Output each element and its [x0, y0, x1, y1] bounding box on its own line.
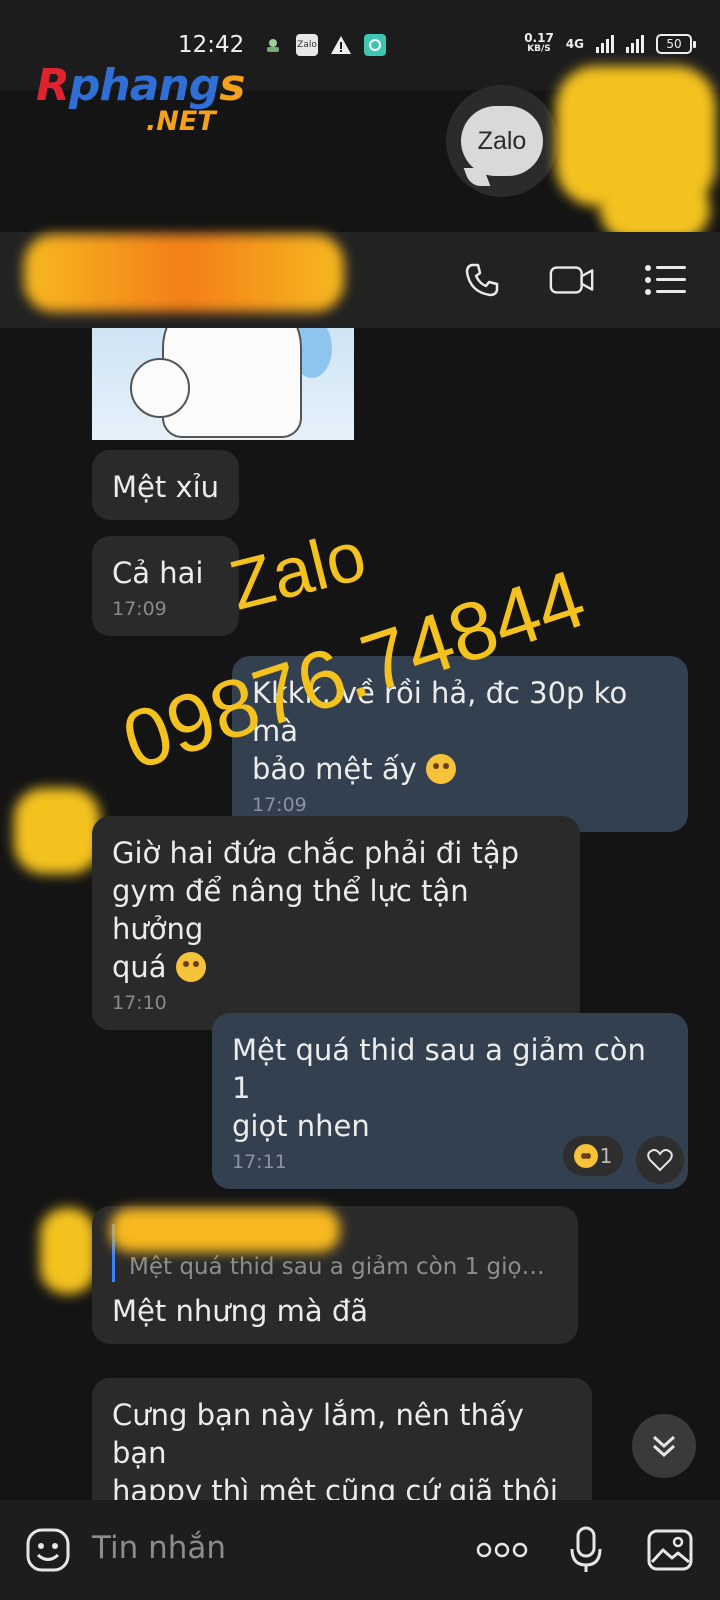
zalo-notification-icon: Zalo [296, 34, 318, 56]
scroll-to-bottom-button[interactable] [632, 1414, 696, 1478]
message-list[interactable]: Mệt xỉu Cả hai 17:09 Kkkk, về rồi hả, đc… [0, 328, 720, 1500]
reaction-count: 1 [599, 1144, 613, 1168]
message-text: quá [112, 950, 167, 984]
menu-icon [645, 265, 686, 295]
microphone-icon [570, 1526, 602, 1572]
video-call-icon [549, 266, 594, 294]
laughing-emoji-icon [425, 754, 456, 784]
privacy-blur-avatar [14, 788, 100, 874]
incognito-icon [262, 34, 284, 56]
sticker-image[interactable] [92, 328, 354, 440]
brand-watermark: Rphangs .NET [36, 60, 245, 137]
signal-icon-2 [626, 35, 644, 53]
system-indicators: 0.17 KB/S 4G 50 [524, 31, 696, 55]
message-text: Kkkk, về rồi hả, đc 30p ko mà [252, 676, 628, 748]
message-text: Mệt quá thid sau a giảm còn 1 [232, 1033, 646, 1105]
network-speed: 0.17 KB/S [524, 31, 554, 54]
double-chevron-down-icon [652, 1435, 676, 1458]
message-bubble[interactable]: Giờ hai đứa chắc phải đi tập gym để nâng… [92, 816, 580, 1030]
notification-icons: Zalo [262, 34, 386, 56]
chat-header [0, 232, 720, 328]
video-call-button[interactable] [548, 256, 596, 304]
message-text: Cưng bạn này lắm, nên thấy bạn [112, 1398, 524, 1470]
emoji-button[interactable] [22, 1524, 74, 1576]
reaction-summary[interactable]: 1 [563, 1136, 623, 1176]
warning-icon [330, 34, 352, 56]
message-time: 17:09 [112, 598, 167, 620]
message-text: bảo mệt ấy [252, 752, 417, 786]
battery-icon: 50 [656, 34, 696, 54]
brand-main-text: Rphangs [36, 60, 245, 111]
message-text: gym để nâng thể lực tận hưởng [112, 874, 469, 946]
contact-name-redacted [24, 234, 344, 312]
zalo-logo-badge: Zalo [446, 85, 558, 197]
smiling-emoji-icon [175, 952, 206, 982]
message-bubble[interactable]: Cả hai 17:09 [92, 536, 240, 636]
more-options-button[interactable] [476, 1524, 528, 1576]
phone-icon [465, 263, 499, 297]
status-time: 12:42 [178, 32, 245, 58]
signal-icon [596, 35, 614, 53]
reply-quoted-text: Mệt quá thid sau a giảm còn 1 giọt... [129, 1254, 549, 1280]
network-type: 4G [565, 37, 584, 51]
app-notification-icon [364, 34, 386, 56]
emoji-icon [26, 1528, 70, 1572]
reply-author-redacted [110, 1208, 340, 1252]
zalo-logo-text: Zalo [461, 106, 543, 176]
brand-net-text: .NET [146, 106, 216, 137]
message-text: happy thì mệt cũng cứ giã thôi [112, 1474, 558, 1500]
phone-call-button[interactable] [458, 256, 506, 304]
message-bubble[interactable]: Mệt xỉu [92, 450, 240, 520]
message-input[interactable]: Tin nhắn [92, 1530, 226, 1566]
message-time: 17:09 [252, 794, 307, 816]
composer-bar: Tin nhắn [0, 1500, 720, 1600]
message-text: Mệt nhưng mà đã [112, 1294, 369, 1328]
sticker-detail [130, 358, 190, 418]
privacy-blur-avatar-2 [600, 180, 710, 240]
heart-icon [647, 1149, 673, 1172]
menu-button[interactable] [642, 256, 690, 304]
react-heart-button[interactable] [636, 1136, 684, 1184]
privacy-blur-avatar [40, 1208, 96, 1294]
voice-button[interactable] [560, 1524, 612, 1576]
message-bubble[interactable]: Kkkk, về rồi hả, đc 30p ko mà bảo mệt ấy… [232, 656, 688, 832]
image-icon [647, 1529, 693, 1571]
image-button[interactable] [644, 1524, 696, 1576]
message-text: giọt nhen [232, 1109, 370, 1143]
more-icon [476, 1542, 528, 1558]
message-text: Mệt xỉu [112, 470, 220, 504]
message-bubble[interactable]: Cưng bạn này lắm, nên thấy bạn happy thì… [92, 1378, 592, 1500]
laughing-reaction-icon [573, 1144, 598, 1168]
message-text: Cả hai [112, 556, 204, 590]
message-text: Giờ hai đứa chắc phải đi tập [112, 836, 520, 870]
